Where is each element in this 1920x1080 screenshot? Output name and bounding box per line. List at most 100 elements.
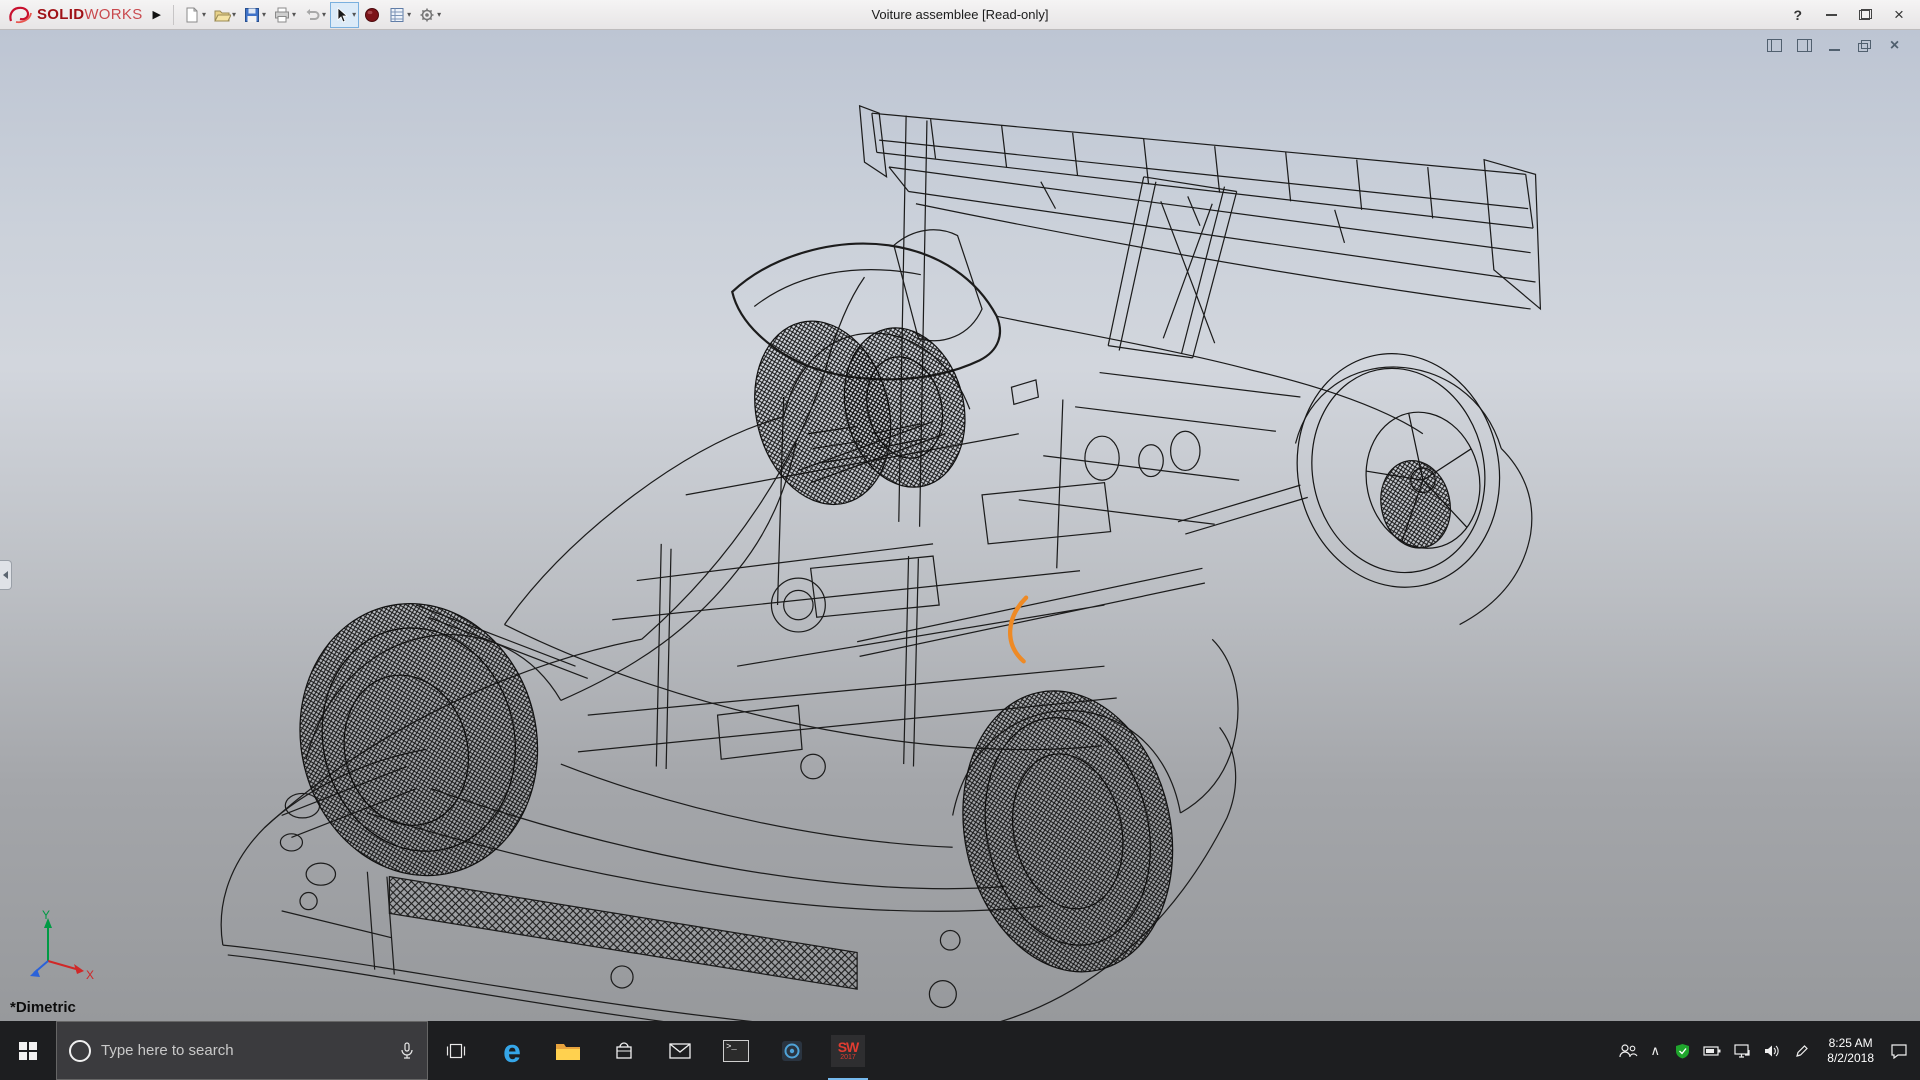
pen-tray-button[interactable] — [1787, 1021, 1817, 1080]
clock-time: 8:25 AM — [1827, 1036, 1874, 1051]
speaker-icon — [1764, 1044, 1780, 1058]
pen-icon — [1795, 1044, 1809, 1058]
defender-tray-button[interactable] — [1667, 1021, 1697, 1080]
featuremanager-collapsed-tab[interactable] — [0, 560, 12, 590]
people-icon — [1618, 1043, 1638, 1059]
solidworks-app-icon: SW 2017 — [831, 1035, 865, 1067]
store-bag-icon — [614, 1041, 634, 1061]
open-button[interactable]: ▾ — [210, 2, 239, 28]
taskbar-app-console[interactable]: >_ — [708, 1021, 764, 1080]
open-dropdown[interactable]: ▾ — [232, 10, 236, 19]
taskbar-app-store[interactable] — [596, 1021, 652, 1080]
document-restore-button[interactable] — [1857, 39, 1872, 52]
search-input[interactable] — [101, 1042, 389, 1059]
new-document-button[interactable]: ▾ — [180, 2, 209, 28]
orientation-triad: Y X — [16, 907, 100, 991]
mail-envelope-icon — [669, 1043, 691, 1059]
document-window-controls: × — [1767, 39, 1902, 52]
edge-icon: e — [503, 1035, 521, 1067]
save-floppy-icon — [243, 6, 261, 24]
action-center-icon — [1890, 1043, 1908, 1059]
show-hidden-icons-button[interactable]: ∧ — [1643, 1043, 1667, 1059]
undo-button[interactable]: ▾ — [300, 2, 329, 28]
solidworks-logo: SOLIDWORKS — [0, 5, 147, 25]
undo-dropdown[interactable]: ▾ — [322, 10, 326, 19]
triad-x-arrow — [74, 964, 84, 974]
console-icon: >_ — [723, 1040, 749, 1062]
options-gear-icon — [418, 6, 436, 24]
logo-text-solid: SOLID — [37, 6, 84, 23]
print-icon — [273, 6, 291, 24]
wheel-front-right[interactable] — [736, 289, 981, 522]
pane-right-icon[interactable] — [1797, 39, 1812, 52]
logo-text-works: WORKS — [84, 6, 142, 23]
network-tray-button[interactable] — [1727, 1021, 1757, 1080]
rebuild-sphere-icon — [363, 6, 381, 24]
document-close-button[interactable]: × — [1887, 39, 1902, 52]
taskbar-app-mail[interactable] — [652, 1021, 708, 1080]
taskbar-app-solidworks[interactable]: SW 2017 — [820, 1021, 876, 1080]
volume-tray-button[interactable] — [1757, 1021, 1787, 1080]
select-tool-button[interactable]: ▾ — [330, 2, 359, 28]
document-minimize-button[interactable] — [1827, 39, 1842, 52]
task-view-button[interactable] — [428, 1021, 484, 1080]
save-dropdown[interactable]: ▾ — [262, 10, 266, 19]
taskbar-app-file-explorer[interactable] — [540, 1021, 596, 1080]
wheel-rear-left[interactable] — [938, 671, 1198, 991]
file-explorer-icon — [555, 1040, 581, 1062]
wheel-rear-right[interactable] — [1276, 335, 1521, 606]
window-title: Voiture assemblee [Read-only] — [871, 7, 1048, 22]
file-properties-button[interactable]: ▾ — [385, 2, 414, 28]
help-button[interactable]: ? — [1783, 7, 1812, 23]
select-tool-dropdown[interactable]: ▾ — [352, 10, 356, 19]
print-button[interactable]: ▾ — [270, 2, 299, 28]
taskbar-search[interactable] — [56, 1021, 428, 1080]
titlebar: SOLIDWORKS ▶ ▾ ▾ ▾ — [0, 0, 1920, 30]
options-button[interactable]: ▾ — [415, 2, 444, 28]
minimize-button[interactable] — [1816, 4, 1846, 26]
open-folder-icon — [213, 6, 231, 24]
cad-app-icon — [780, 1039, 804, 1063]
front-splitter-mesh[interactable] — [389, 877, 857, 990]
cortana-icon[interactable] — [69, 1040, 91, 1062]
system-tray: ∧ — [1613, 1021, 1920, 1080]
print-dropdown[interactable]: ▾ — [292, 10, 296, 19]
restore-button[interactable] — [1850, 4, 1880, 26]
microphone-icon[interactable] — [399, 1042, 415, 1060]
file-properties-icon — [388, 6, 406, 24]
battery-tray-button[interactable] — [1697, 1021, 1727, 1080]
triad-x-label: X — [86, 968, 94, 982]
taskbar-clock[interactable]: 8:25 AM 8/2/2018 — [1817, 1036, 1884, 1066]
ds-logo-icon — [8, 5, 34, 25]
defender-shield-icon — [1675, 1043, 1690, 1059]
taskbar-app-edge[interactable]: e — [484, 1021, 540, 1080]
people-button[interactable] — [1613, 1021, 1643, 1080]
standard-toolbar: ▾ ▾ ▾ ▾ — [180, 2, 444, 28]
windows-logo-icon — [19, 1042, 37, 1060]
triad-y-label: Y — [42, 908, 50, 922]
close-button[interactable]: × — [1884, 4, 1914, 26]
pane-left-icon[interactable] — [1767, 39, 1782, 52]
new-document-icon — [183, 6, 201, 24]
selected-edge-highlight[interactable] — [1010, 598, 1026, 662]
window-controls: ? × — [1783, 4, 1920, 26]
menu-flyout-arrow[interactable]: ▶ — [147, 6, 167, 23]
file-properties-dropdown[interactable]: ▾ — [407, 10, 411, 19]
graphics-viewport[interactable]: × Y X *Dimetric — [0, 30, 1920, 1021]
rebuild-button[interactable] — [360, 2, 384, 28]
windows-taskbar: e >_ SW 2017 — [0, 1021, 1920, 1080]
new-document-dropdown[interactable]: ▾ — [202, 10, 206, 19]
toolbar-separator — [173, 5, 174, 25]
rear-wing[interactable] — [860, 106, 1541, 527]
taskbar-app-cad-tool[interactable] — [764, 1021, 820, 1080]
save-button[interactable]: ▾ — [240, 2, 269, 28]
select-cursor-icon — [333, 6, 351, 24]
action-center-button[interactable] — [1884, 1021, 1914, 1080]
wireframe-car-model[interactable] — [0, 30, 1920, 1021]
start-button[interactable] — [0, 1021, 56, 1080]
clock-date: 8/2/2018 — [1827, 1051, 1874, 1066]
options-dropdown[interactable]: ▾ — [437, 10, 441, 19]
network-monitor-icon — [1734, 1044, 1751, 1058]
wheel-front-left[interactable] — [272, 578, 566, 901]
undo-icon — [303, 6, 321, 24]
